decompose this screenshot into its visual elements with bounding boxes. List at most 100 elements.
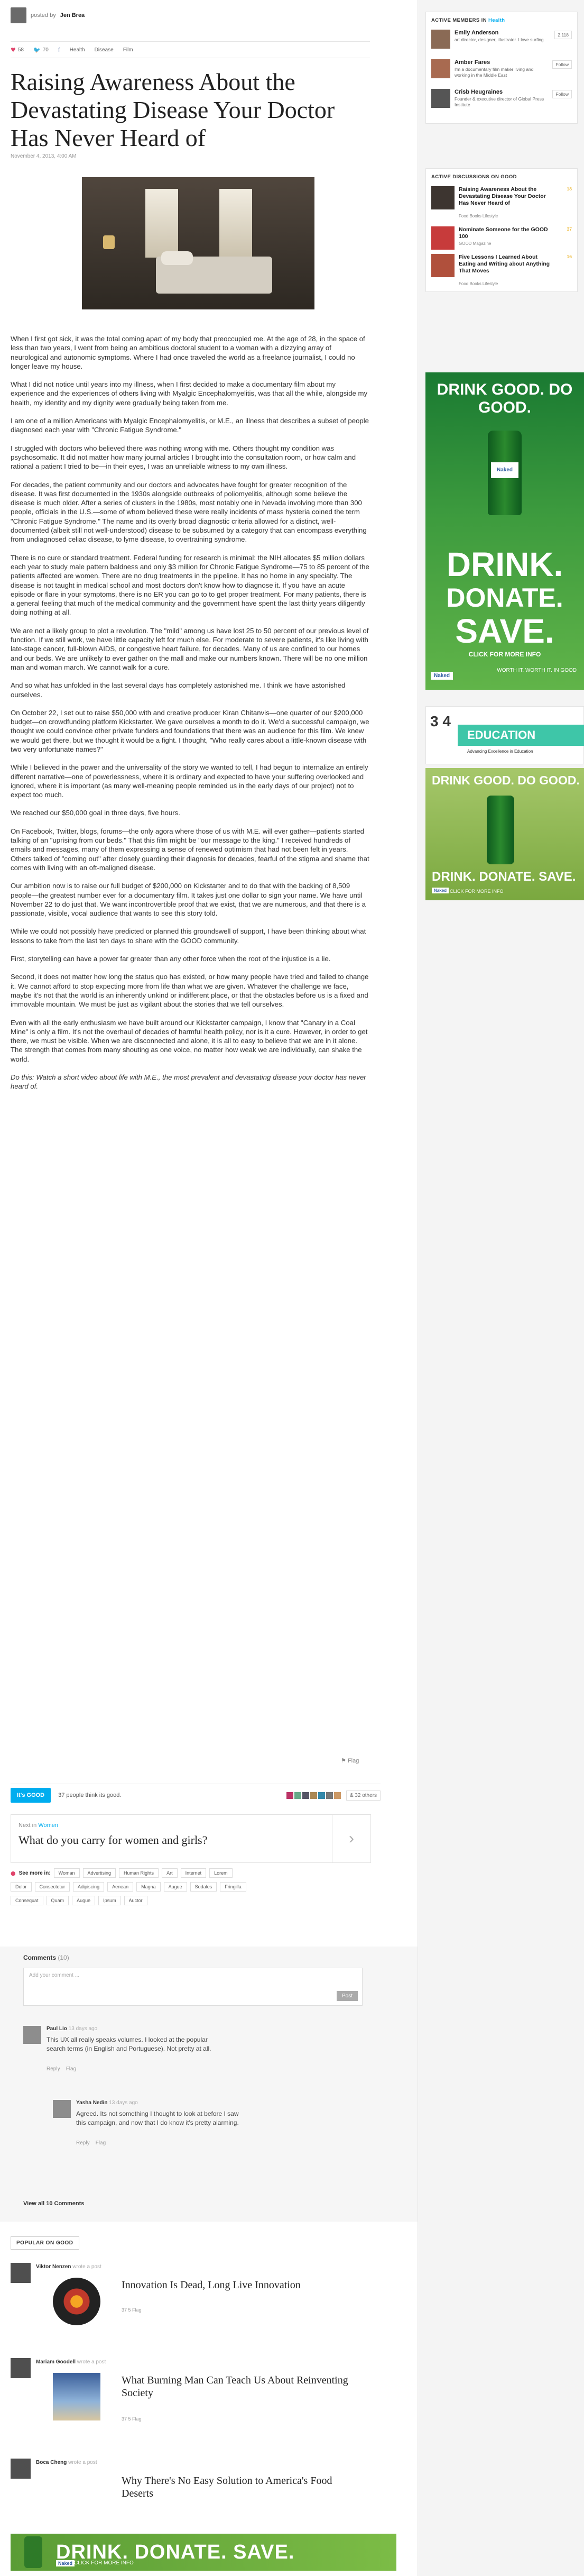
education-ad[interactable]: 3 4 EDUCATION Advancing Excellence in Ed… <box>425 706 584 764</box>
tag-pill[interactable]: Adipiscing <box>73 1882 105 1892</box>
post-author-avatar[interactable] <box>11 2358 31 2378</box>
commenter-name[interactable]: Yasha Nedin 13 days ago <box>76 2100 138 2106</box>
tag-pill[interactable]: Auctor <box>124 1896 147 1905</box>
tag-pill[interactable]: Dolor <box>11 1882 32 1892</box>
tag-pill[interactable]: Human Rights <box>119 1868 159 1878</box>
tag-pill[interactable]: Quam <box>46 1896 69 1905</box>
tag-pill[interactable]: Art <box>162 1868 178 1878</box>
avatar[interactable] <box>333 1792 341 1799</box>
avatar[interactable] <box>310 1792 317 1799</box>
commenter-avatar[interactable] <box>23 2026 41 2044</box>
twitter-share-button[interactable]: 🐦 70 <box>33 47 49 53</box>
paragraph: For decades, the patient community and o… <box>11 480 367 544</box>
member-name[interactable]: Amber Fares <box>455 59 490 66</box>
naked-banner-ad[interactable]: DRINK. DONATE. SAVE. Naked CLICK FOR MOR… <box>11 2534 396 2571</box>
tag-pill[interactable]: Augue <box>72 1896 96 1905</box>
tags-row: ● See more in: Woman Advertising Human R… <box>11 1868 370 1878</box>
discussion-title[interactable]: Nominate Someone for the GOOD 100 <box>459 226 551 240</box>
comment-item: Paul Lio 13 days ago This UX all really … <box>23 2026 361 2089</box>
discussion-thumbnail[interactable] <box>431 254 455 277</box>
next-arrow-icon[interactable]: › <box>332 1815 370 1862</box>
discussion-title[interactable]: Raising Awareness About the Devastating … <box>459 186 551 207</box>
flag-button[interactable]: Flag <box>66 2066 76 2072</box>
member-item: Emily Anderson art director, designer, i… <box>426 26 577 56</box>
tag-health[interactable]: Health <box>70 47 85 53</box>
next-section[interactable]: Women <box>38 1822 58 1829</box>
commenter-avatar[interactable] <box>53 2100 71 2118</box>
tag-pill[interactable]: Fringilla <box>220 1882 246 1892</box>
flag-button[interactable]: Flag <box>96 2140 106 2146</box>
paragraph: Second, it does not matter how long the … <box>11 973 369 1009</box>
popular-post: Boca Cheng wrote a post Why There's No E… <box>11 2459 412 2511</box>
naked-sidebar-ad[interactable]: DRINK GOOD. DO GOOD. Naked DRINK. DONATE… <box>425 372 584 690</box>
tag-pill[interactable]: Internet <box>180 1868 207 1878</box>
ad-drink: DRINK. <box>446 545 563 583</box>
member-avatar[interactable] <box>431 89 450 108</box>
member-avatar[interactable] <box>431 59 450 78</box>
member-name[interactable]: Emily Anderson <box>455 30 498 36</box>
discussion-thumbnail[interactable] <box>431 226 455 250</box>
discussion-meta: Food Books Lifestyle <box>459 214 498 218</box>
post-action: wrote a post <box>68 2460 97 2465</box>
tag-pill[interactable]: Magna <box>136 1882 161 1892</box>
reply-button[interactable]: Reply <box>76 2140 90 2146</box>
tag-disease[interactable]: Disease <box>95 47 114 53</box>
avatar[interactable] <box>294 1792 301 1799</box>
article-hero-image <box>82 177 314 309</box>
facebook-share-button[interactable]: f <box>58 47 60 53</box>
tag-pill[interactable]: Sodales <box>190 1882 217 1892</box>
post-title[interactable]: What Burning Man Can Teach Us About Rein… <box>122 2374 359 2399</box>
post-author-avatar[interactable] <box>11 2263 31 2283</box>
tag-pill[interactable]: Consequat <box>11 1896 43 1905</box>
like-button[interactable]: ♥ 58 <box>11 47 24 53</box>
avatar[interactable] <box>286 1792 293 1799</box>
author-name[interactable]: Jen Brea <box>60 12 85 19</box>
others-button[interactable]: & 32 others <box>346 1790 381 1801</box>
lamp-shape <box>103 235 115 249</box>
naked-small-ad[interactable]: DRINK GOOD. DO GOOD. DRINK. DONATE. SAVE… <box>425 768 584 900</box>
tag-pill[interactable]: Consectetur <box>34 1882 70 1892</box>
view-all-comments-link[interactable]: View all 10 Comments <box>23 2200 84 2207</box>
reply-button[interactable]: Reply <box>47 2066 60 2072</box>
tag-pill[interactable]: Woman <box>53 1868 80 1878</box>
popular-on-good: POPULAR ON GOOD Viktor Nenzen wrote a po… <box>0 2231 418 2527</box>
popular-post: Viktor Nenzen wrote a post Innovation Is… <box>11 2263 412 2347</box>
post-thumbnail[interactable] <box>53 2278 100 2325</box>
post-title[interactable]: Innovation Is Dead, Long Live Innovation <box>122 2279 359 2291</box>
tag-pill[interactable]: Augue <box>163 1882 187 1892</box>
tag-pill[interactable]: Lorem <box>209 1868 233 1878</box>
tag-pill[interactable]: Ipsum <box>98 1896 121 1905</box>
discussion-title[interactable]: Five Lessons I Learned About Eating and … <box>459 254 551 275</box>
post-comment-button[interactable]: Post <box>336 1991 358 2001</box>
post-author[interactable]: Boca Cheng wrote a post <box>36 2460 97 2465</box>
flag-button[interactable]: ⚑ Flag <box>341 1757 359 1764</box>
naked-logo: Naked <box>432 888 449 893</box>
tag-pill[interactable]: Aenean <box>107 1882 134 1892</box>
post-author[interactable]: Mariam Goodell wrote a post <box>36 2359 106 2365</box>
its-good-button[interactable]: It's GOOD <box>11 1788 51 1803</box>
member-avatar[interactable] <box>431 30 450 49</box>
post-title[interactable]: Why There's No Easy Solution to America'… <box>122 2474 359 2500</box>
avatar[interactable] <box>302 1792 309 1799</box>
commenter-name[interactable]: Paul Lio 13 days ago <box>47 2026 97 2032</box>
closing-call-to-action[interactable]: Do this: Watch a short video about life … <box>11 1073 370 1091</box>
post-author-avatar[interactable] <box>11 2459 31 2479</box>
tag-pill[interactable]: Advertising <box>82 1868 116 1878</box>
discussion-thumbnail[interactable] <box>431 186 455 209</box>
avatar[interactable] <box>326 1792 333 1799</box>
next-article-title[interactable]: What do you carry for women and girls? <box>18 1833 207 1847</box>
follow-button[interactable]: 2,118 <box>554 31 572 39</box>
comment-input[interactable]: Add your comment ... Post <box>23 1968 363 2006</box>
comment-time: 13 days ago <box>68 2026 98 2032</box>
post-thumbnail[interactable] <box>53 2373 100 2420</box>
tag-film[interactable]: Film <box>123 47 133 53</box>
follow-button[interactable]: Follow <box>552 60 572 69</box>
members-section-link[interactable]: Health <box>488 17 505 23</box>
post-author[interactable]: Viktor Nenzen wrote a post <box>36 2264 101 2270</box>
author-avatar[interactable] <box>11 7 26 23</box>
next-in-section-box[interactable]: Next in Women What do you carry for wome… <box>11 1814 371 1863</box>
follow-button[interactable]: Follow <box>552 90 572 98</box>
member-name[interactable]: Crisb Heugraines <box>455 89 503 95</box>
avatar[interactable] <box>318 1792 325 1799</box>
bottle-shape <box>24 2536 42 2568</box>
